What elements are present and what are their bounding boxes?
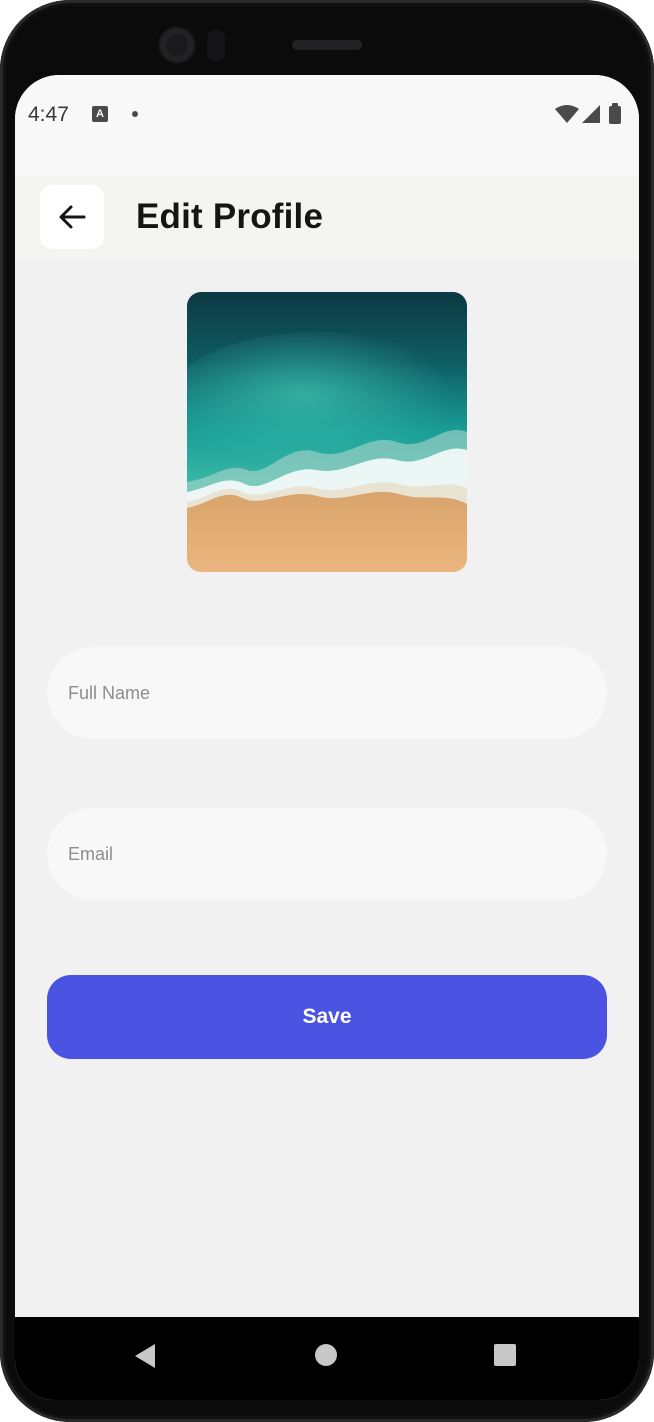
front-camera	[160, 28, 194, 62]
full-name-field[interactable]	[47, 647, 607, 739]
wifi-icon	[555, 105, 579, 123]
save-button[interactable]: Save	[47, 975, 607, 1059]
status-icons	[555, 103, 621, 124]
notification-dot-icon	[132, 111, 138, 117]
earpiece-speaker	[292, 40, 362, 50]
cell-signal-icon	[582, 105, 600, 123]
app-bar: Edit Profile	[15, 175, 639, 261]
battery-icon	[609, 106, 621, 124]
arrow-left-icon	[59, 205, 86, 229]
email-field[interactable]	[47, 808, 607, 900]
nav-home-icon[interactable]	[314, 1343, 338, 1367]
profile-image[interactable]	[187, 292, 467, 572]
status-bar: 4:47 A	[15, 75, 639, 175]
beach-wave-image	[187, 292, 467, 572]
nav-back-icon[interactable]	[133, 1343, 157, 1369]
screen: 4:47 A Edit Profile Full Name Email Save	[15, 75, 639, 1400]
status-time: 4:47	[28, 103, 69, 126]
back-button[interactable]	[40, 185, 104, 249]
page-title: Edit Profile	[136, 197, 324, 236]
proximity-sensor	[207, 30, 225, 62]
nav-recents-icon[interactable]	[493, 1343, 517, 1367]
system-nav-bar	[15, 1317, 639, 1400]
text-a-icon: A	[92, 106, 108, 122]
phone-frame: 4:47 A Edit Profile Full Name Email Save	[0, 0, 654, 1422]
